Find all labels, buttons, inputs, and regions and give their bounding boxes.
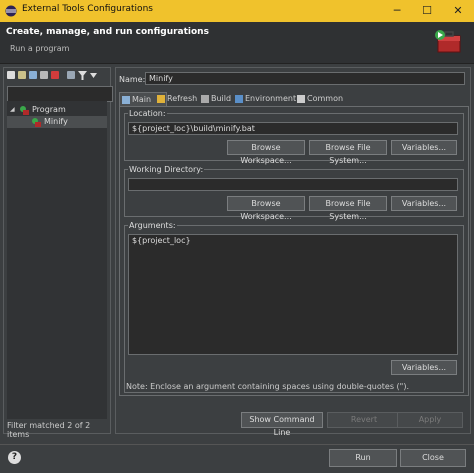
build-icon — [201, 95, 209, 103]
expand-icon[interactable]: ◢ — [10, 104, 15, 116]
dialog-header: Create, manage, and run configurations R… — [0, 22, 474, 64]
common-icon — [297, 95, 305, 103]
show-command-line-button[interactable]: Show Command Line — [241, 412, 323, 437]
config-editor-panel: Name: Minify Main Refresh Build Environm… — [115, 67, 471, 437]
refresh-icon — [157, 95, 165, 103]
browse-file-system-button[interactable]: Browse File System... — [309, 196, 387, 221]
arguments-variables-button[interactable]: Variables... — [391, 360, 457, 375]
arguments-label: Arguments: — [129, 221, 176, 230]
revert-button[interactable]: Revert — [327, 412, 401, 428]
working-directory-field[interactable] — [128, 178, 458, 191]
run-button[interactable]: Run — [329, 449, 397, 467]
config-list-panel: ◢ Program Minify Filter matched 2 of 2 i… — [3, 67, 113, 439]
collapse-all-icon[interactable] — [67, 71, 75, 79]
tree-item-label: Minify — [44, 117, 68, 126]
name-field[interactable]: Minify — [145, 72, 465, 85]
location-field[interactable]: ${project_loc}\build\minify.bat — [128, 122, 458, 135]
location-label: Location: — [129, 109, 166, 118]
title-bar: External Tools Configurations ─ ☐ ✕ — [0, 0, 474, 22]
window-title: External Tools Configurations — [22, 4, 153, 14]
delete-icon[interactable] — [51, 71, 59, 79]
duplicate-icon[interactable] — [40, 71, 48, 79]
browse-file-system-button[interactable]: Browse File System... — [309, 140, 387, 165]
eclipse-icon — [5, 5, 17, 17]
new-config-icon[interactable] — [7, 71, 15, 79]
main-tab-panel: Location: ${project_loc}\build\minify.ba… — [119, 106, 469, 396]
variables-button[interactable]: Variables... — [391, 196, 457, 211]
minimize-button[interactable]: ─ — [382, 0, 412, 22]
environment-icon — [235, 95, 243, 103]
config-tree: ◢ Program Minify — [7, 101, 107, 419]
browse-workspace-button[interactable]: Browse Workspace... — [227, 196, 305, 221]
program-icon — [20, 106, 29, 115]
name-label: Name: — [119, 75, 146, 84]
toolbox-icon — [435, 30, 461, 53]
dialog-footer: ? Run Close — [0, 444, 474, 473]
browse-workspace-button[interactable]: Browse Workspace... — [227, 140, 305, 165]
tree-item-label: Program — [32, 105, 66, 114]
working-directory-label: Working Directory: — [129, 165, 204, 174]
tab-common[interactable]: Common — [295, 92, 357, 106]
close-button[interactable]: Close — [400, 449, 466, 467]
tree-item-program[interactable]: ◢ Program — [7, 104, 107, 116]
help-icon[interactable]: ? — [8, 451, 21, 464]
tree-item-minify[interactable]: Minify — [7, 116, 107, 128]
variables-button[interactable]: Variables... — [391, 140, 457, 155]
filter-status: Filter matched 2 of 2 items — [7, 421, 91, 439]
arguments-field[interactable]: ${project_loc} — [128, 234, 458, 355]
program-icon — [32, 118, 41, 127]
menu-dropdown-icon[interactable] — [90, 73, 97, 78]
close-window-button[interactable]: ✕ — [443, 0, 473, 22]
arguments-note: Note: Enclose an argument containing spa… — [126, 382, 409, 391]
main-tab-icon — [122, 96, 130, 104]
new-prototype-icon[interactable] — [18, 71, 26, 79]
filter-icon[interactable] — [78, 71, 87, 80]
header-title: Create, manage, and run configurations — [6, 27, 209, 37]
maximize-button[interactable]: ☐ — [412, 0, 442, 22]
apply-button[interactable]: Apply — [397, 412, 463, 428]
filter-input[interactable] — [7, 86, 113, 102]
header-subtitle: Run a program — [10, 44, 70, 53]
export-icon[interactable] — [29, 71, 37, 79]
